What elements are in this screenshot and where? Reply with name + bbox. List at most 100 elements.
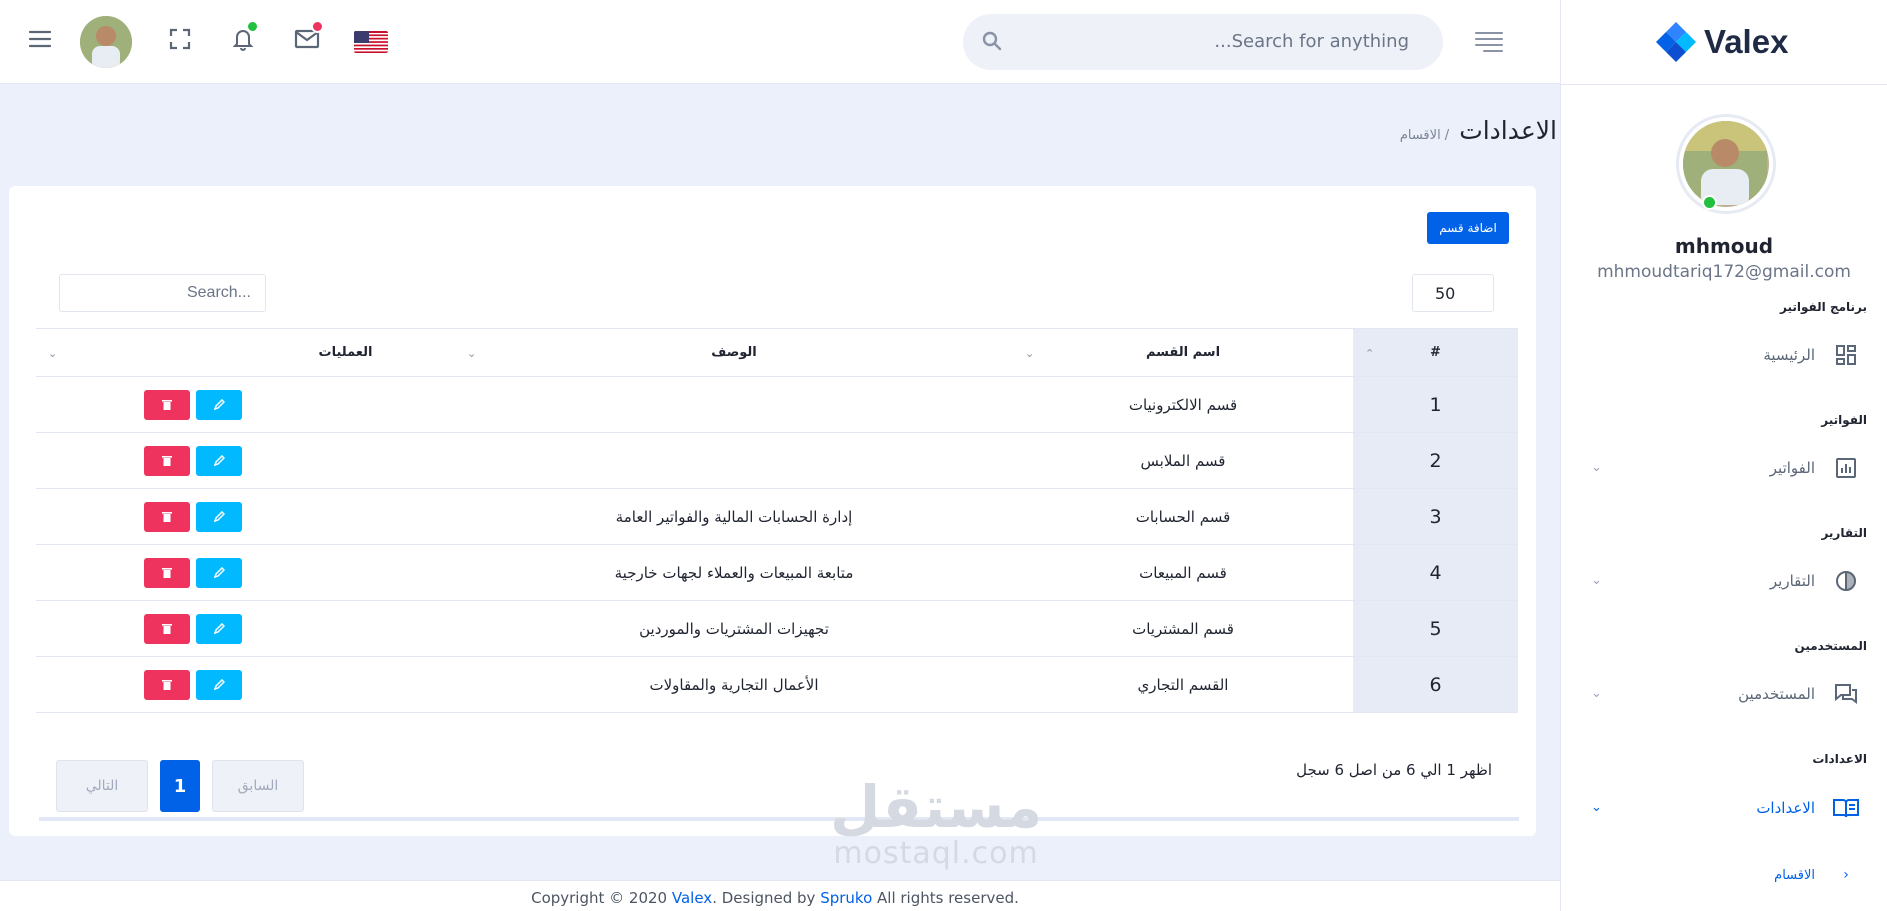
chart-icon (1831, 453, 1861, 483)
table-row: 6 القسم التجاري الأعمال التجارية والمقاو… (36, 656, 1518, 713)
page-length-select[interactable]: 50 (1412, 274, 1494, 312)
table-row: 3 قسم الحسابات إدارة الحسابات المالية وا… (36, 488, 1518, 545)
section-description (455, 376, 1013, 433)
table-row: 1 قسم الالكترونيات (36, 376, 1518, 433)
sidebar-item-users[interactable]: ⌄ المستخدمين (1591, 674, 1861, 714)
row-number: 2 (1353, 432, 1518, 489)
watermark-arabic: مستقل (830, 773, 1043, 841)
dashboard-icon (1831, 340, 1861, 370)
edit-button[interactable] (196, 669, 242, 700)
sidebar-item-reports[interactable]: ⌄ التقارير (1591, 561, 1861, 601)
column-header-description[interactable]: الوصف ⌄ (455, 328, 1013, 377)
column-header-operations[interactable]: العمليات ⌄ (36, 328, 455, 377)
brand-logo[interactable]: Valex (1654, 18, 1788, 66)
edit-button[interactable] (196, 445, 242, 476)
breadcrumb: الاعدادات / الاقسام (1400, 116, 1557, 145)
breadcrumb-sub[interactable]: / الاقسام (1400, 128, 1449, 143)
trash-icon (162, 568, 172, 578)
mail-dot (311, 20, 324, 33)
edit-button[interactable] (196, 501, 242, 532)
current-page-button[interactable]: 1 (160, 760, 200, 812)
sidebar-category-reports: التقارير (1821, 526, 1867, 540)
copyright-text: Copyright © 2020 Valex. Designed by Spru… (531, 889, 1019, 907)
pie-icon (1831, 566, 1861, 596)
delete-button[interactable] (144, 557, 190, 588)
author-link[interactable]: Spruko (820, 889, 872, 907)
previous-page-button[interactable]: السابق (212, 760, 304, 812)
table-search-input[interactable]: Search... (59, 274, 266, 312)
delete-button[interactable] (144, 669, 190, 700)
add-section-button[interactable]: اضافة قسم (1427, 212, 1509, 244)
online-status-dot (1702, 195, 1717, 210)
pencil-icon (213, 679, 225, 690)
delete-button[interactable] (144, 389, 190, 420)
row-number: 4 (1353, 544, 1518, 601)
sidebar-item-invoices[interactable]: ⌄ الفواتير (1591, 448, 1861, 488)
avatar[interactable] (80, 16, 132, 68)
brand-link[interactable]: Valex (672, 889, 712, 907)
sidebar-item-label: الرئيسية (1763, 346, 1815, 364)
row-number: 1 (1353, 376, 1518, 433)
user-email: mhmoudtariq172@gmail.com (1597, 262, 1851, 282)
watermark-latin: mostaql.com (833, 836, 1039, 871)
search-placeholder: ...Search for anything (1214, 31, 1409, 52)
sort-asc-icon: ⌃ (1365, 347, 1375, 360)
next-page-button[interactable]: التالي (56, 760, 148, 812)
pencil-icon (213, 399, 225, 410)
page-title: الاعدادات (1459, 116, 1557, 145)
valex-logo-icon (1656, 22, 1696, 62)
column-header-name[interactable]: اسم القسم ⌄ (1013, 328, 1353, 377)
trash-icon (162, 456, 172, 466)
pencil-icon (213, 511, 225, 522)
edit-button[interactable] (196, 389, 242, 420)
fullscreen-icon[interactable] (165, 24, 195, 54)
global-search-input[interactable]: ...Search for anything (963, 14, 1443, 70)
section-name: قسم المشتريات (1013, 600, 1353, 657)
user-name: mhmoud (1674, 234, 1774, 258)
table-row: 4 قسم المبيعات متابعة المبيعات والعملاء … (36, 544, 1518, 601)
section-description: الأعمال التجارية والمقاولات (455, 656, 1013, 713)
pencil-icon (213, 623, 225, 634)
sidebar-category-invoices: الفواتير (1821, 413, 1867, 427)
delete-button[interactable] (144, 445, 190, 476)
sort-icon: ⌄ (467, 347, 477, 360)
logo-text: Valex (1704, 23, 1789, 60)
chevron-down-icon: ⌄ (1591, 800, 1602, 815)
column-header-number[interactable]: # ⌃ (1353, 328, 1518, 377)
sidebar-category-invoices-program: برنامج الفواتير (1780, 300, 1867, 314)
book-icon (1831, 793, 1861, 823)
pagination: التالي 1 السابق (56, 760, 304, 812)
sections-table: # ⌃ اسم القسم ⌄ الوصف ⌄ العمليات ⌄ 1 قسم… (36, 328, 1518, 713)
watermark: مستقل mostaql.com (830, 778, 1042, 871)
sidebar-subitem-sections[interactable]: الاقسام › (1591, 855, 1861, 895)
sidebar-item-settings[interactable]: ⌄ الاعدادات (1591, 788, 1861, 828)
section-description: إدارة الحسابات المالية والفواتير العامة (455, 488, 1013, 545)
chevron-down-icon: ⌄ (1591, 686, 1602, 701)
row-number: 5 (1353, 600, 1518, 657)
hamburger-icon[interactable] (25, 24, 55, 54)
align-lines-icon[interactable] (1474, 30, 1504, 56)
row-number: 6 (1353, 656, 1518, 713)
sort-icon: ⌄ (48, 347, 58, 360)
sidebar-item-label: الاعدادات (1756, 799, 1815, 817)
delete-button[interactable] (144, 613, 190, 644)
pencil-icon (213, 455, 225, 466)
trash-icon (162, 512, 172, 522)
sections-card: اضافة قسم 50 Search... # ⌃ اسم القسم ⌄ ا… (9, 186, 1536, 836)
edit-button[interactable] (196, 613, 242, 644)
sidebar-item-label: التقارير (1769, 572, 1815, 590)
sidebar-divider (1561, 84, 1887, 85)
chevron-right-icon: › (1843, 867, 1849, 883)
section-name: قسم الملابس (1013, 432, 1353, 489)
card-scroll-track (39, 817, 1519, 821)
trash-icon (162, 400, 172, 410)
delete-button[interactable] (144, 501, 190, 532)
edit-button[interactable] (196, 557, 242, 588)
sort-icon: ⌄ (1025, 347, 1035, 360)
sidebar-item-home[interactable]: الرئيسية (1591, 335, 1861, 375)
us-flag-icon[interactable] (354, 31, 388, 53)
profile-avatar[interactable] (1676, 114, 1776, 214)
sidebar-category-users: المستخدمين (1794, 639, 1867, 653)
section-name: القسم التجاري (1013, 656, 1353, 713)
section-description: متابعة المبيعات والعملاء لجهات خارجية (455, 544, 1013, 601)
